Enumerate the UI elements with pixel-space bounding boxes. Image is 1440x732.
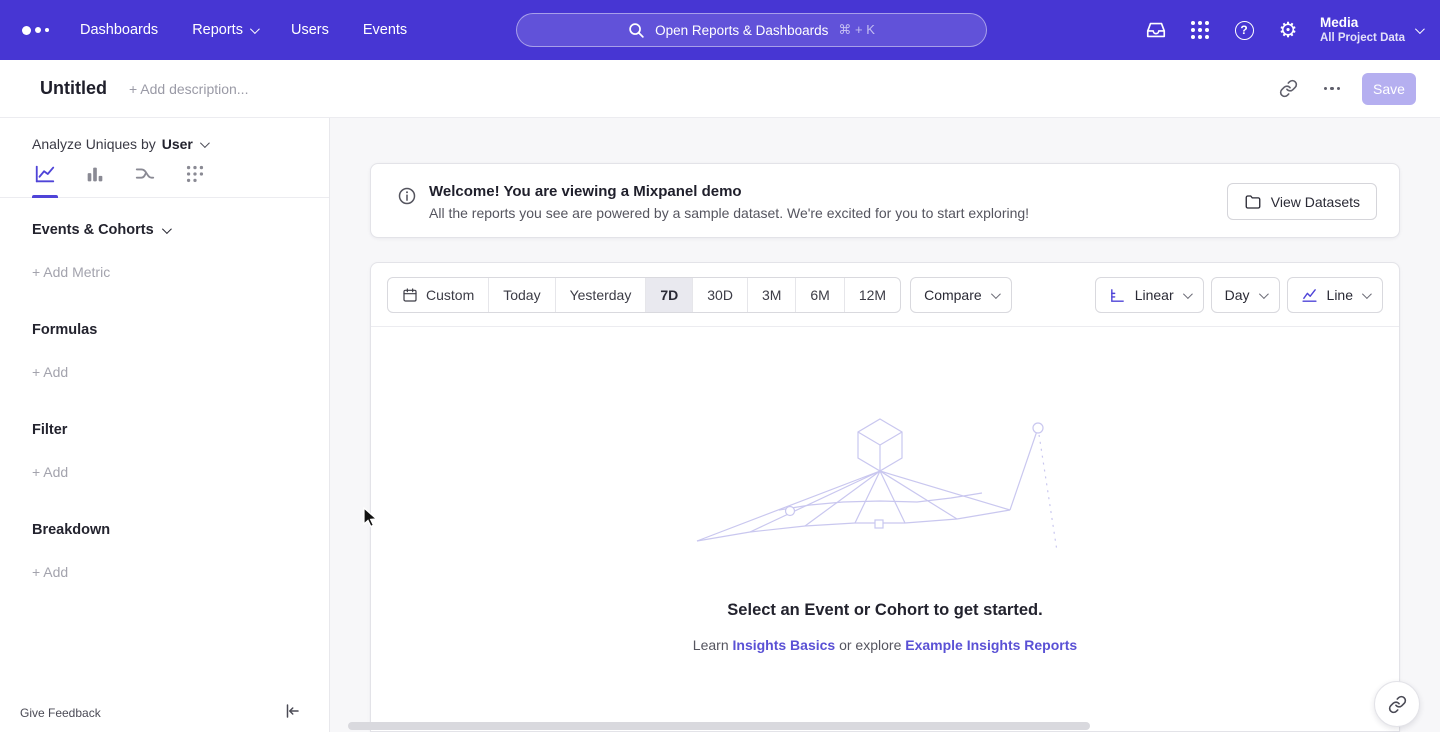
nav-item-label: Events xyxy=(363,22,407,38)
add-metric-button[interactable]: + Add Metric xyxy=(32,264,110,280)
nav-item-reports[interactable]: Reports xyxy=(192,22,257,38)
analyze-by-dropdown[interactable]: User xyxy=(162,136,207,152)
date-range-12m[interactable]: 12M xyxy=(845,278,900,312)
chart-toolbar: Custom Today Yesterday 7D 30D 3M 6M 12M … xyxy=(371,263,1399,327)
chevron-down-icon xyxy=(200,138,210,148)
tab-retention[interactable] xyxy=(182,163,208,197)
bar-chart-icon xyxy=(84,163,106,185)
global-search-button[interactable]: Open Reports & Dashboards ⌘ + K xyxy=(516,13,987,47)
view-datasets-button[interactable]: View Datasets xyxy=(1227,183,1377,220)
line-chart-icon xyxy=(1301,287,1318,304)
chevron-down-icon xyxy=(1258,289,1268,299)
report-title[interactable]: Untitled xyxy=(40,78,107,99)
metric-type-tabs xyxy=(0,152,329,198)
empty-state-illustration xyxy=(695,413,1075,563)
add-filter-button[interactable]: + Add xyxy=(32,464,68,480)
filter-label: Filter xyxy=(32,422,329,438)
search-icon xyxy=(628,22,645,39)
nav-item-label: Users xyxy=(291,22,329,38)
nav-item-label: Dashboards xyxy=(80,22,158,38)
tab-flows[interactable] xyxy=(132,163,158,197)
project-subtitle: All Project Data xyxy=(1320,31,1405,45)
date-range-6m[interactable]: 6M xyxy=(796,278,844,312)
add-breakdown-button[interactable]: + Add xyxy=(32,564,68,580)
folder-icon xyxy=(1244,193,1262,211)
example-insights-reports-link[interactable]: Example Insights Reports xyxy=(905,637,1077,653)
search-placeholder: Open Reports & Dashboards xyxy=(655,23,828,38)
main-content: Welcome! You are viewing a Mixpanel demo… xyxy=(330,118,1440,732)
date-range-30d[interactable]: 30D xyxy=(693,278,748,312)
share-link-button[interactable] xyxy=(1374,681,1420,727)
scale-dropdown[interactable]: Linear xyxy=(1095,277,1204,313)
project-switcher[interactable]: Media All Project Data xyxy=(1320,15,1422,45)
breakdown-label: Breakdown xyxy=(32,522,329,538)
help-icon[interactable]: ? xyxy=(1232,18,1256,42)
line-chart-icon xyxy=(34,163,56,185)
date-range-yesterday[interactable]: Yesterday xyxy=(556,278,647,312)
top-navbar: Dashboards Reports Users Events Open Rep… xyxy=(0,0,1440,60)
chart-type-dropdown[interactable]: Line xyxy=(1287,277,1383,313)
date-range-today[interactable]: Today xyxy=(489,278,555,312)
linear-scale-icon xyxy=(1109,287,1126,304)
add-description-field[interactable]: + Add description... xyxy=(129,81,248,97)
chevron-down-icon xyxy=(1415,24,1425,34)
empty-state: Select an Event or Cohort to get started… xyxy=(371,413,1399,653)
nav-item-users[interactable]: Users xyxy=(291,22,329,38)
dot-grid-icon xyxy=(184,163,206,185)
more-options-icon[interactable] xyxy=(1318,75,1346,103)
report-header: Untitled + Add description... Save xyxy=(0,60,1440,118)
nav-item-dashboards[interactable]: Dashboards xyxy=(80,22,158,38)
empty-state-title: Select an Event or Cohort to get started… xyxy=(371,601,1399,620)
chevron-down-icon xyxy=(162,224,172,234)
link-icon xyxy=(1388,695,1407,714)
chevron-down-icon xyxy=(991,289,1001,299)
compare-button[interactable]: Compare xyxy=(910,277,1012,313)
project-name: Media xyxy=(1320,15,1405,31)
analyze-label: Analyze Uniques by xyxy=(32,136,156,152)
nav-item-events[interactable]: Events xyxy=(363,22,407,38)
flows-icon xyxy=(134,163,156,185)
settings-gear-icon[interactable]: ⚙ xyxy=(1276,18,1300,42)
nav-item-label: Reports xyxy=(192,22,243,38)
date-range-segmented-control: Custom Today Yesterday 7D 30D 3M 6M 12M xyxy=(387,277,901,313)
date-range-3m[interactable]: 3M xyxy=(748,278,796,312)
collapse-sidebar-icon[interactable] xyxy=(279,698,305,724)
horizontal-scrollbar[interactable] xyxy=(348,722,1090,730)
report-header-actions: Save xyxy=(1274,73,1416,105)
chevron-down-icon xyxy=(1183,289,1193,299)
tab-line-chart[interactable] xyxy=(32,163,58,197)
formulas-label: Formulas xyxy=(32,322,329,338)
interval-dropdown[interactable]: Day xyxy=(1211,277,1280,313)
add-formula-button[interactable]: + Add xyxy=(32,364,68,380)
chevron-down-icon xyxy=(1362,289,1372,299)
copy-link-icon[interactable] xyxy=(1274,75,1302,103)
calendar-icon xyxy=(402,287,418,303)
save-button[interactable]: Save xyxy=(1362,73,1416,105)
search-shortcut: ⌘ + K xyxy=(838,22,875,38)
events-cohorts-section[interactable]: Events & Cohorts xyxy=(32,222,329,238)
navbar-right-cluster: ? ⚙ Media All Project Data xyxy=(1144,0,1422,60)
info-icon xyxy=(397,186,417,206)
report-card: Custom Today Yesterday 7D 30D 3M 6M 12M … xyxy=(370,262,1400,732)
banner-title: Welcome! You are viewing a Mixpanel demo xyxy=(429,183,1029,200)
give-feedback-link[interactable]: Give Feedback xyxy=(20,706,101,720)
tab-bar-chart[interactable] xyxy=(82,163,108,197)
apps-grid-icon[interactable] xyxy=(1188,18,1212,42)
banner-subtitle: All the reports you see are powered by a… xyxy=(429,205,1029,221)
analyze-uniques-row: Analyze Uniques by User xyxy=(32,136,329,152)
welcome-banner: Welcome! You are viewing a Mixpanel demo… xyxy=(370,163,1400,238)
insights-basics-link[interactable]: Insights Basics xyxy=(733,637,836,653)
inbox-icon[interactable] xyxy=(1144,18,1168,42)
date-range-custom[interactable]: Custom xyxy=(388,278,489,312)
chevron-down-icon xyxy=(250,24,260,34)
mixpanel-logo-icon[interactable] xyxy=(22,26,56,35)
primary-nav: Dashboards Reports Users Events xyxy=(80,22,407,38)
query-sidebar: Analyze Uniques by User Events & Cohorts… xyxy=(0,118,330,732)
empty-state-links: Learn Insights Basics or explore Example… xyxy=(371,637,1399,653)
date-range-7d[interactable]: 7D xyxy=(646,278,693,312)
